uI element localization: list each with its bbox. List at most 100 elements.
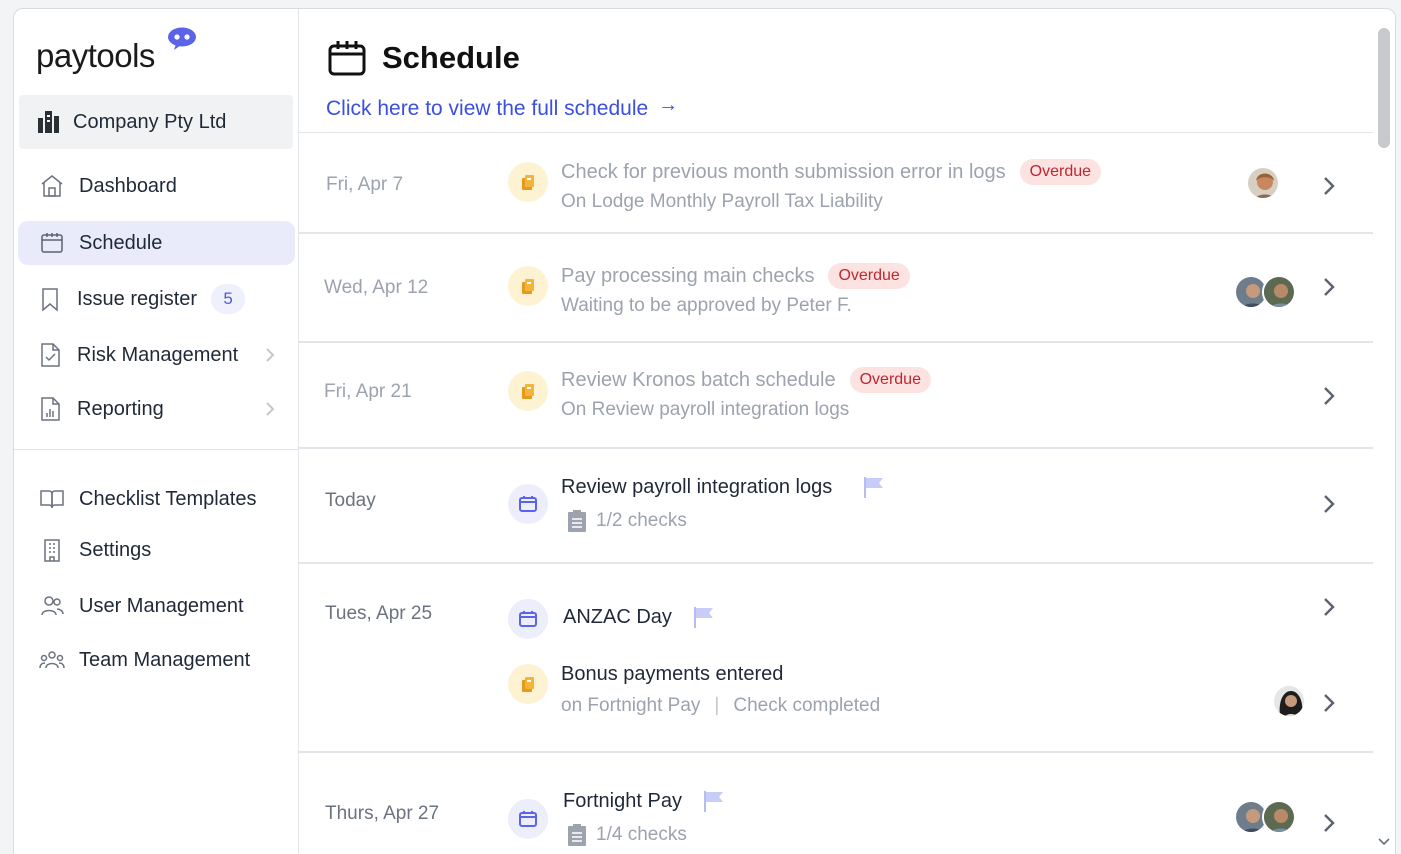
assignee-avatar[interactable] <box>1262 800 1296 834</box>
event-type-icon <box>508 599 548 639</box>
schedule-row[interactable]: Thurs, Apr 27 Fortnight Pay 1/4 checks <box>299 753 1373 854</box>
row-date: Wed, Apr 12 <box>324 277 429 298</box>
page-title: Schedule <box>382 40 520 75</box>
task-subtitle: on Fortnight Pay | Check completed <box>561 695 880 717</box>
task-subtitle: On Lodge Monthly Payroll Tax Liability <box>561 191 883 212</box>
event-type-icon <box>508 799 548 839</box>
task-title-text: Pay processing main checks <box>561 264 815 287</box>
full-schedule-link-text: Click here to view the full schedule <box>326 97 649 120</box>
task-title: Fortnight Pay <box>563 789 726 813</box>
event-title-text: ANZAC Day <box>563 605 672 628</box>
task-subtitle: On Review payroll integration logs <box>561 399 850 420</box>
view-full-schedule-link[interactable]: Click here to view the full schedule → <box>326 93 679 121</box>
nav-issue-register[interactable]: Issue register 5 <box>18 277 295 321</box>
chevron-right-icon[interactable] <box>1321 493 1337 515</box>
chevron-right-icon[interactable] <box>1321 276 1337 298</box>
schedule-panel: Schedule Click here to view the full sch… <box>299 9 1373 854</box>
paytools-logo[interactable]: paytools <box>36 27 196 77</box>
issue-count-badge: 5 <box>211 284 246 314</box>
document-check-icon <box>37 342 63 368</box>
arrow-right-icon: → <box>658 93 679 116</box>
checks-progress: 1/2 checks <box>567 509 687 533</box>
row-date: Thurs, Apr 27 <box>325 803 440 824</box>
bookmark-icon <box>37 286 63 312</box>
nav-schedule[interactable]: Schedule <box>18 221 295 265</box>
task-title[interactable]: Bonus payments entered <box>561 663 783 686</box>
scrollbar-thumb[interactable] <box>1378 28 1390 148</box>
task-type-icon <box>508 266 548 306</box>
company-switcher[interactable]: Company Pty Ltd <box>19 95 293 149</box>
calendar-icon <box>328 41 366 76</box>
logo-bubble-icon <box>168 27 196 50</box>
nav-user-management-label: User Management <box>79 594 244 617</box>
building-icon <box>38 111 59 133</box>
nav-checklist-templates-label: Checklist Templates <box>79 487 257 510</box>
overdue-badge: Overdue <box>828 263 910 289</box>
overdue-badge: Overdue <box>849 367 931 393</box>
page-header: Schedule <box>327 39 520 77</box>
chevron-right-icon[interactable] <box>1321 175 1337 197</box>
task-title-text: Check for previous month submission erro… <box>561 160 1006 183</box>
nav-settings[interactable]: Settings <box>18 528 295 572</box>
schedule-row[interactable]: Tues, Apr 25 ANZAC Day Bonus payments en… <box>299 564 1373 753</box>
home-icon <box>39 173 65 199</box>
chevron-right-icon[interactable] <box>1321 596 1337 618</box>
task-subtitle-parent: on Fortnight Pay <box>561 695 701 716</box>
scroll-down-arrow-icon[interactable] <box>1377 836 1391 848</box>
schedule-row[interactable]: Fri, Apr 7 Check for previous month subm… <box>299 133 1373 234</box>
nav-checklist-templates[interactable]: Checklist Templates <box>18 477 295 521</box>
nav-issue-register-label: Issue register <box>77 287 198 310</box>
task-title-text: Review payroll integration logs <box>561 475 833 498</box>
calendar-icon <box>39 230 65 256</box>
nav-user-management[interactable]: User Management <box>18 584 295 628</box>
nav-risk-label: Risk Management <box>77 343 239 366</box>
chevron-right-icon <box>266 348 275 362</box>
schedule-row[interactable]: Wed, Apr 12 Pay processing main checks O… <box>299 234 1373 343</box>
assignee-avatar[interactable] <box>1272 684 1306 718</box>
task-title: Check for previous month submission erro… <box>561 159 1102 185</box>
company-name: Company Pty Ltd <box>73 110 227 133</box>
row-date: Today <box>325 490 376 511</box>
checklist-icon <box>568 824 586 846</box>
task-type-icon <box>508 162 548 202</box>
nav-schedule-label: Schedule <box>79 231 163 254</box>
task-subtitle: Waiting to be approved by Peter F. <box>561 295 852 316</box>
row-date: Fri, Apr 21 <box>324 381 412 402</box>
sidebar-divider <box>14 449 299 450</box>
report-chart-icon <box>37 396 63 422</box>
flag-icon <box>703 791 723 812</box>
users-icon <box>39 593 65 619</box>
task-title-text: Review Kronos batch schedule <box>561 368 836 391</box>
row-date: Fri, Apr 7 <box>326 174 404 195</box>
chevron-right-icon[interactable] <box>1321 385 1337 407</box>
event-type-icon <box>508 484 548 524</box>
checks-progress: 1/4 checks <box>567 823 687 847</box>
checklist-icon <box>568 510 586 532</box>
app-window: paytools Company Pty Ltd Dashboard Sched… <box>13 8 1396 854</box>
checks-count: 1/4 checks <box>596 824 687 845</box>
nav-team-management[interactable]: Team Management <box>18 638 295 682</box>
chevron-right-icon <box>266 402 275 416</box>
task-title-text: Fortnight Pay <box>563 789 682 812</box>
sidebar: paytools Company Pty Ltd Dashboard Sched… <box>14 9 299 854</box>
team-icon <box>39 647 65 673</box>
schedule-row[interactable]: Fri, Apr 21 Review Kronos batch schedule… <box>299 343 1373 449</box>
flag-icon <box>864 477 884 498</box>
nav-reporting[interactable]: Reporting <box>18 387 295 431</box>
nav-risk-management[interactable]: Risk Management <box>18 333 295 377</box>
checks-count: 1/2 checks <box>596 510 687 531</box>
chevron-right-icon[interactable] <box>1321 812 1337 834</box>
overdue-badge: Overdue <box>1019 159 1102 185</box>
nav-dashboard-label: Dashboard <box>79 174 177 197</box>
assignee-avatar[interactable] <box>1246 166 1280 200</box>
vertical-scrollbar[interactable] <box>1371 10 1396 850</box>
schedule-row[interactable]: Today Review payroll integration logs 1/… <box>299 449 1373 564</box>
row-date: Tues, Apr 25 <box>325 603 433 624</box>
task-title: Pay processing main checks Overdue <box>561 263 910 289</box>
nav-team-management-label: Team Management <box>79 648 251 671</box>
assignee-avatar[interactable] <box>1262 275 1296 309</box>
nav-dashboard[interactable]: Dashboard <box>18 164 295 208</box>
chevron-right-icon[interactable] <box>1321 692 1337 714</box>
event-title[interactable]: ANZAC Day <box>563 605 716 629</box>
task-title-text: Bonus payments entered <box>561 663 784 685</box>
